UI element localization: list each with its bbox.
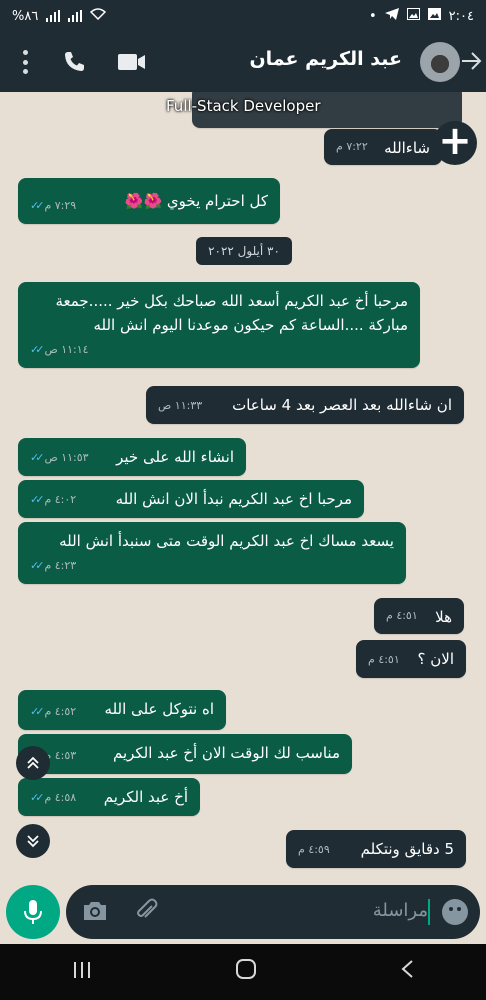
back-nav-icon[interactable] xyxy=(400,959,414,985)
notification-dot-icon: • xyxy=(369,8,377,24)
message-text: مرحبا أخ عبد الكريم أسعد الله صباحك بكل … xyxy=(55,292,408,334)
read-ticks-icon: ✓✓ xyxy=(30,343,45,356)
read-ticks-icon: ✓✓ xyxy=(30,559,45,572)
signal-icon xyxy=(46,10,61,22)
message-bubble[interactable]: كل احترام يخوي 🌺🌺 ✓✓ ٧:٢٩ م xyxy=(18,178,280,224)
contact-name[interactable]: عبد الكريم عمان xyxy=(249,48,402,70)
camera-icon[interactable] xyxy=(82,900,108,926)
message-text: مناسب لك الوقت الان أخ عبد الكريم xyxy=(112,744,340,762)
message-composer: مراسلة xyxy=(0,882,486,942)
read-ticks-icon: ✓✓ xyxy=(30,705,45,718)
status-bar: %٨٦ • ٢:٠٤ xyxy=(0,0,486,32)
message-placeholder: مراسلة xyxy=(372,900,428,921)
system-nav-bar xyxy=(0,944,486,1000)
date-separator: ٣٠ أيلول ٢٠٢٢ xyxy=(196,237,292,265)
home-icon[interactable] xyxy=(235,958,257,986)
message-bubble[interactable]: الان ؟ ٤:٥١ م xyxy=(356,640,466,678)
message-time: ✓✓ ٤:٠٢ م xyxy=(30,488,76,512)
message-text: يسعد مساك اخ عبد الكريم الوقت متى سنبدأ … xyxy=(59,532,394,550)
arrow-back-icon[interactable] xyxy=(460,50,482,78)
message-bubble[interactable]: اه نتوكل على الله ✓✓ ٤:٥٢ م xyxy=(18,690,226,730)
scroll-up-button[interactable] xyxy=(16,746,50,780)
paperclip-icon[interactable] xyxy=(134,898,160,928)
message-bubble[interactable]: مرحبا أخ عبد الكريم أسعد الله صباحك بكل … xyxy=(18,282,420,368)
battery-percent: %٨٦ xyxy=(12,8,39,24)
message-time: ✓✓ ٧:٢٩ م xyxy=(30,194,76,218)
read-ticks-icon: ✓✓ xyxy=(30,451,45,464)
message-bubble[interactable]: أخ عبد الكريم ✓✓ ٤:٥٨ م xyxy=(18,778,200,816)
developer-banner: Full-Stack Developer xyxy=(166,97,321,115)
message-time: ١١:٣٣ ص xyxy=(158,399,203,412)
mic-icon[interactable] xyxy=(6,885,60,939)
message-bubble[interactable]: 5 دقايق ونتكلم ٤:٥٩ م xyxy=(286,830,466,868)
telegram-icon xyxy=(384,8,399,24)
read-ticks-icon: ✓✓ xyxy=(30,199,45,212)
message-input[interactable]: مراسلة xyxy=(66,885,480,939)
message-time: ٧:٢٢ م xyxy=(336,140,368,153)
signal-icon-2 xyxy=(68,10,83,22)
message-bubble[interactable]: شاءالله ٧:٢٢ م xyxy=(324,129,442,165)
recent-apps-icon[interactable] xyxy=(72,960,92,985)
message-time: ✓✓ ٤:٢٣ م xyxy=(30,554,76,578)
message-bubble[interactable]: ان شاءالله بعد العصر بعد 4 ساعات ١١:٣٣ ص xyxy=(146,386,464,424)
message-bubble[interactable]: هلا ٤:٥١ م xyxy=(374,598,464,634)
read-ticks-icon: ✓✓ xyxy=(30,493,45,506)
phone-icon[interactable] xyxy=(62,50,86,78)
status-time: ٢:٠٤ xyxy=(448,8,474,24)
wifi-icon xyxy=(90,8,107,24)
read-ticks-icon: ✓✓ xyxy=(30,791,45,804)
gallery-notification-icon xyxy=(427,8,441,24)
plus-icon[interactable]: + xyxy=(433,121,477,165)
videocam-icon[interactable] xyxy=(118,52,146,76)
message-bubble[interactable]: مناسب لك الوقت الان أخ عبد الكريم ✓✓٤:٥٣… xyxy=(18,734,352,774)
text-caret xyxy=(428,899,430,925)
image-notification-icon xyxy=(406,8,420,24)
more-vert-icon[interactable] xyxy=(22,50,28,74)
emoji-icon[interactable] xyxy=(442,899,468,925)
message-time: ٤:٥٩ م xyxy=(298,843,330,856)
message-time: ✓✓ ٤:٥٨ م xyxy=(30,786,76,810)
message-time: ✓✓ ٤:٥٢ م xyxy=(30,700,76,724)
message-text: مرحبا اخ عبد الكريم نبدأ الان انش الله xyxy=(115,490,352,508)
chat-area[interactable]: شاءالله ٧:٢٢ م كل احترام يخوي 🌺🌺 ✓✓ ٧:٢٩ … xyxy=(0,92,486,882)
chat-header: عبد الكريم عمان xyxy=(0,32,486,92)
message-time: ٤:٥١ م xyxy=(368,653,400,666)
scroll-down-button[interactable] xyxy=(16,824,50,858)
message-bubble[interactable]: انشاء الله على خير ✓✓ ١١:٥٣ ص xyxy=(18,438,246,476)
message-time: ✓✓ ١١:٥٣ ص xyxy=(30,446,89,470)
contact-avatar[interactable] xyxy=(420,42,460,82)
message-time: ✓✓ ١١:١٤ ص xyxy=(30,338,89,362)
message-time: ٤:٥١ م xyxy=(386,609,418,622)
message-bubble[interactable]: يسعد مساك اخ عبد الكريم الوقت متى سنبدأ … xyxy=(18,522,406,584)
message-bubble[interactable]: مرحبا اخ عبد الكريم نبدأ الان انش الله ✓… xyxy=(18,480,364,518)
